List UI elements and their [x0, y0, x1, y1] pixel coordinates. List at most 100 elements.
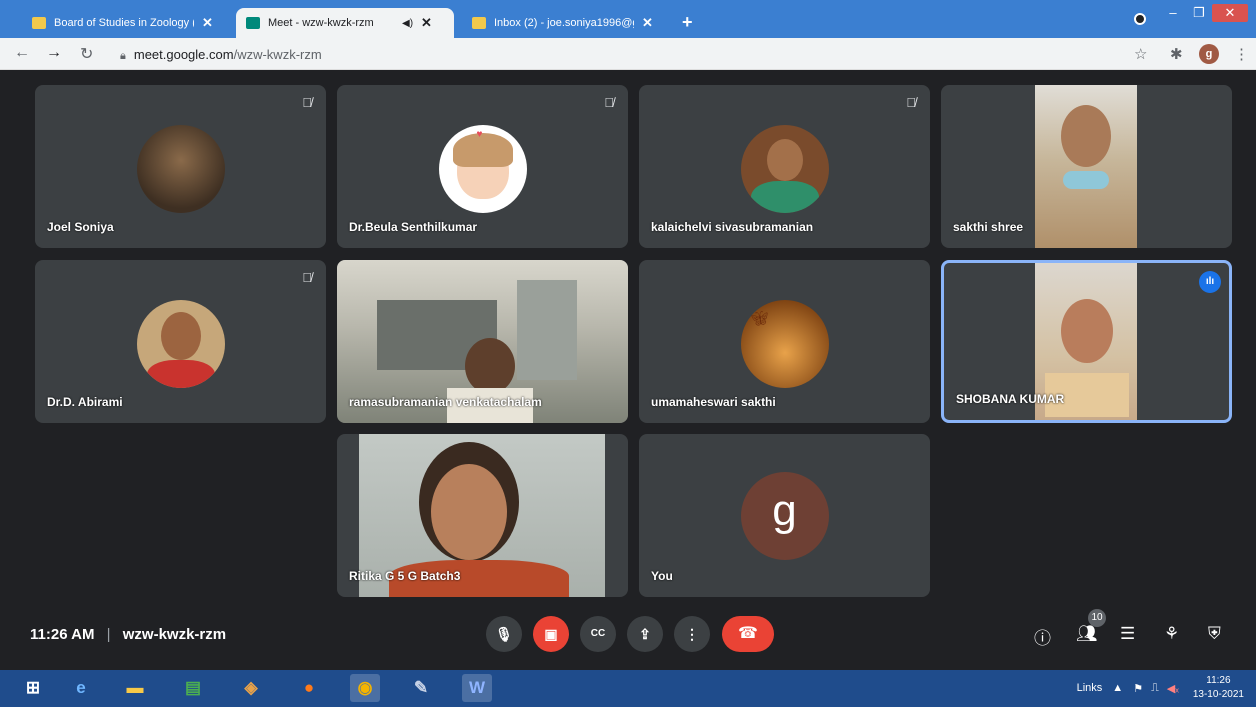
avatar: g [740, 472, 829, 560]
close-window-icon[interactable]: ✕ [1212, 4, 1248, 22]
meet-grid: 🎙̸ Joel Soniya 🎙̸ ♥ Dr.Beula Senthilkuma… [0, 70, 1256, 670]
participant-tile[interactable]: 🎙̸ Dr.D. Abirami [35, 260, 326, 423]
avatar [740, 125, 829, 213]
participant-name: Joel Soniya [47, 220, 114, 234]
url-field[interactable]: 🔒︎ meet.google.com/wzw-kwzk-rzm [120, 47, 322, 63]
mic-off-icon: 🎙̸ [906, 95, 916, 110]
minimize-icon[interactable]: – [1160, 4, 1186, 22]
meeting-details-icon[interactable]: ⓘ [1034, 624, 1051, 649]
menu-icon[interactable]: ⋮ [1234, 45, 1249, 63]
star-icon[interactable]: ☆ [1134, 45, 1147, 63]
participant-tile[interactable]: 🎙̸ Joel Soniya [35, 85, 326, 248]
tab-title: Board of Studies in Zoology (PG) [54, 17, 194, 29]
network-icon[interactable]: ⎍ [1151, 682, 1159, 695]
participant-tile[interactable]: Ritika G 5 G Batch3 [337, 434, 628, 597]
file-explorer-icon[interactable]: ▬ [120, 674, 150, 702]
avatar: ♥ [438, 125, 527, 213]
volume-muted-icon[interactable]: ◀ₓ [1167, 682, 1179, 695]
gmail-favicon-icon [32, 17, 46, 29]
tray-expand-icon[interactable]: ▲ [1112, 682, 1123, 694]
meeting-time: 11:26 AM [30, 626, 95, 643]
tab-meet[interactable]: Meet - wzw-kwzk-rzm ◀) ✕ [236, 8, 454, 38]
avatar: 🦋︎ [740, 300, 829, 388]
participant-tile-active[interactable]: ılı SHOBANA KUMAR [941, 260, 1232, 423]
meeting-controls-bar: 11:26 AM | wzw-kwzk-rzm 🎙︎ ▣ CC ⇪ ⋮ ☎︎ ⓘ… [0, 604, 1256, 666]
meeting-info: 11:26 AM | wzw-kwzk-rzm [30, 626, 226, 643]
paint-icon[interactable]: ◈ [236, 674, 266, 702]
new-tab-icon[interactable]: + [682, 12, 693, 33]
links-toolbar[interactable]: Links [1077, 682, 1103, 694]
close-tab-icon[interactable]: ✕ [642, 15, 653, 31]
system-tray: Links ▲ ⚑ ⎍ ◀ₓ 11:26 13-10-2021 [1077, 674, 1244, 702]
media-icon[interactable]: ✎ [406, 674, 436, 702]
mic-off-icon: 🎙̸ [302, 270, 312, 285]
word-icon[interactable]: W [462, 674, 492, 702]
address-bar: ← → ↻ 🔒︎ meet.google.com/wzw-kwzk-rzm ☆ ✱… [0, 38, 1256, 70]
people-icon[interactable]: 👥︎ [1076, 624, 1098, 644]
participant-tile[interactable]: 🎙̸ kalaichelvi sivasubramanian [639, 85, 930, 248]
avatar-letter: g [772, 486, 797, 535]
url-path: /wzw-kwzk-rzm [233, 47, 322, 62]
activities-icon[interactable]: ⚘ [1164, 624, 1179, 644]
camera-off-button[interactable]: ▣ [533, 616, 569, 652]
speaking-indicator-icon: ılı [1199, 271, 1221, 293]
participant-name: umamaheswari sakthi [651, 395, 776, 409]
meet-favicon-icon [246, 17, 260, 29]
profile-indicator-icon [1134, 13, 1146, 25]
tab-title: Meet - wzw-kwzk-rzm [268, 17, 374, 29]
meeting-code: wzw-kwzk-rzm [122, 626, 227, 643]
tab-zoology[interactable]: Board of Studies in Zoology (PG) ✕ [22, 8, 223, 38]
end-call-button[interactable]: ☎︎ [722, 616, 774, 652]
more-options-button[interactable]: ⋮ [674, 616, 710, 652]
tab-inbox[interactable]: Inbox (2) - joe.soniya1996@gmail ✕ [462, 8, 663, 38]
url-host: meet.google.com [133, 47, 234, 62]
participant-name: Dr.D. Abirami [47, 395, 123, 409]
reload-icon[interactable]: ↻ [80, 44, 93, 64]
participant-tile[interactable]: 🎙̸ ♥ Dr.Beula Senthilkumar [337, 85, 628, 248]
extensions-icon[interactable]: ✱ [1170, 45, 1183, 63]
participant-name: kalaichelvi sivasubramanian [651, 220, 814, 234]
mic-off-icon: 🎙̸ [302, 95, 312, 110]
mic-off-icon: 🎙̸ [604, 95, 614, 110]
chrome-icon[interactable]: ◉ [350, 674, 380, 702]
browser-tab-bar: Board of Studies in Zoology (PG) ✕ Meet … [0, 0, 1256, 38]
action-center-icon[interactable]: ⚑ [1133, 682, 1143, 695]
restore-icon[interactable]: ❐ [1186, 4, 1212, 22]
window-controls: – ❐ ✕ [1160, 4, 1248, 22]
internet-explorer-icon[interactable]: e [66, 674, 96, 702]
participant-name: sakthi shree [953, 220, 1024, 234]
gmail-favicon-icon [472, 17, 486, 29]
windows-start-icon[interactable]: ⊞ [18, 674, 48, 702]
forward-icon[interactable]: → [46, 44, 62, 62]
clock-time: 11:26 [1206, 675, 1231, 686]
back-icon[interactable]: ← [14, 44, 30, 62]
participant-name: ramasubramanian venkatachalam [349, 395, 542, 409]
participant-video [1035, 85, 1137, 248]
close-tab-icon[interactable]: ✕ [421, 15, 432, 31]
participant-tile[interactable]: ramasubramanian venkatachalam [337, 260, 628, 423]
participant-name: Dr.Beula Senthilkumar [349, 220, 478, 234]
microphone-button[interactable]: 🎙︎ [486, 616, 522, 652]
present-screen-button[interactable]: ⇪ [627, 616, 663, 652]
system-clock[interactable]: 11:26 13-10-2021 [1193, 674, 1244, 702]
separator: | [106, 626, 111, 643]
participant-tile[interactable]: sakthi shree [941, 85, 1232, 248]
speaker-icon: ◀) [402, 17, 414, 29]
participant-name: Ritika G 5 G Batch3 [349, 569, 461, 583]
close-tab-icon[interactable]: ✕ [202, 15, 213, 31]
profile-avatar[interactable]: g [1199, 44, 1219, 64]
lock-icon: 🔒︎ [120, 50, 126, 62]
participant-tile[interactable]: 🦋︎ umamaheswari sakthi [639, 260, 930, 423]
avatar [136, 125, 225, 213]
participant-tile-self[interactable]: g You [639, 434, 930, 597]
chat-icon[interactable]: ☰ [1120, 624, 1135, 644]
firefox-icon[interactable]: ● [294, 674, 324, 702]
participant-name: SHOBANA KUMAR [956, 392, 1065, 406]
store-icon[interactable]: ▤ [178, 674, 208, 702]
host-controls-icon[interactable]: ⛨ [1208, 624, 1221, 644]
participant-name: You [651, 569, 673, 583]
captions-button[interactable]: CC [580, 616, 616, 652]
tab-title: Inbox (2) - joe.soniya1996@gmail [494, 17, 634, 29]
windows-taskbar: ⊞ e ▬ ▤ ◈ ● ◉ ✎ W Links ▲ ⚑ ⎍ ◀ₓ 11:26 1… [0, 670, 1256, 707]
clock-date: 13-10-2021 [1192, 689, 1244, 700]
